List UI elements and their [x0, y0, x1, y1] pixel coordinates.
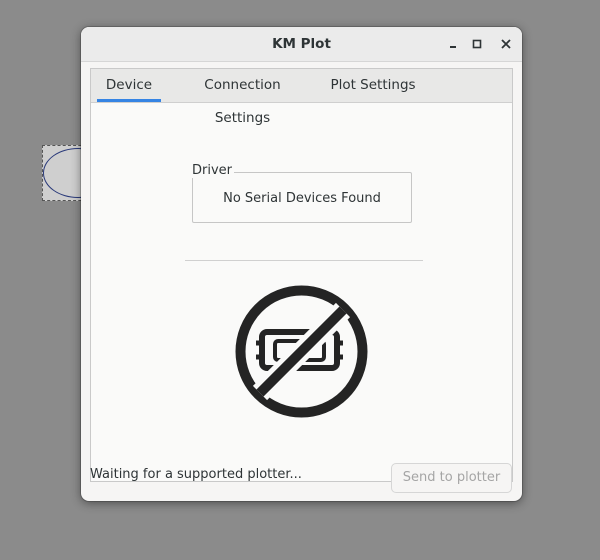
send-to-plotter-button[interactable]: Send to plotter — [391, 463, 512, 493]
titlebar[interactable]: KM Plot — [81, 27, 522, 62]
tab-device[interactable]: Device — [97, 69, 161, 102]
status-text: Waiting for a supported plotter... — [90, 467, 302, 482]
tab-notebook: Device Connection Settings Plot Settings… — [90, 68, 513, 482]
tab-plot-settings[interactable]: Plot Settings — [329, 69, 417, 102]
minimize-icon — [450, 46, 456, 48]
driver-value: No Serial Devices Found — [223, 191, 381, 206]
close-icon — [501, 39, 511, 49]
maximize-icon — [472, 39, 482, 49]
minimize-button[interactable] — [442, 33, 464, 55]
tab-connection-settings[interactable]: Connection Settings — [175, 69, 310, 126]
close-button[interactable] — [495, 33, 517, 55]
maximize-button[interactable] — [466, 33, 488, 55]
tab-bar: Device Connection Settings Plot Settings — [91, 69, 512, 126]
driver-label: Driver — [190, 163, 235, 178]
km-plot-window: KM Plot Device Connection Settings Plot … — [81, 27, 522, 501]
separator — [185, 260, 423, 261]
no-device-icon — [235, 285, 368, 418]
